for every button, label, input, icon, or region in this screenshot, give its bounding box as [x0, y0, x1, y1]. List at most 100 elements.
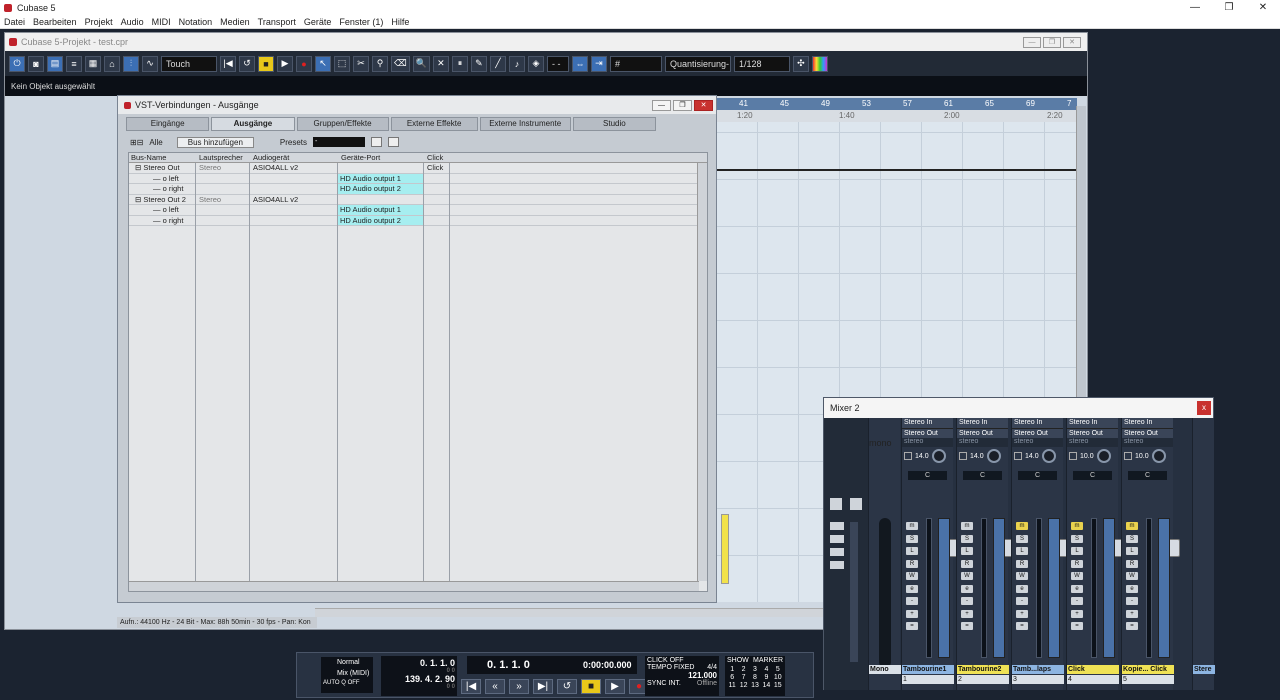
marker-button[interactable]: 10	[773, 674, 783, 681]
quantize-label[interactable]: Quantisierung-	[664, 55, 731, 72]
sync-label[interactable]: SYNC	[647, 680, 666, 687]
mono-fader[interactable]	[879, 518, 891, 668]
marker-button[interactable]: 2	[738, 666, 748, 673]
device-port-cell[interactable]: HD Audio output 2	[338, 184, 423, 194]
auto-q-state[interactable]: OFF	[348, 680, 360, 686]
menu-notation[interactable]: Notation	[175, 17, 217, 27]
save-preset-icon[interactable]	[371, 137, 383, 147]
activate-project-button[interactable]: ⏻	[9, 55, 25, 72]
strip-button-m[interactable]: m	[906, 522, 918, 530]
play-icon[interactable]: ▶	[605, 679, 625, 694]
audio-device-cell[interactable]	[251, 174, 337, 184]
tempo-label[interactable]: TEMPO	[647, 664, 672, 671]
volume-fader[interactable]	[926, 518, 960, 658]
col-speaker[interactable]: Lautsprecher	[197, 153, 249, 162]
show-infoline-button[interactable]: ≡	[66, 55, 82, 72]
strip-button--[interactable]: -	[1016, 597, 1028, 605]
go-to-start-icon[interactable]: |◀	[461, 679, 481, 694]
strip-button-m[interactable]: m	[1071, 522, 1083, 530]
click-cell[interactable]: Click	[425, 163, 449, 173]
table-row[interactable]: ⊟ Stereo Out Stereo ASIO4ALL v2 Click	[129, 163, 707, 174]
strip-button--[interactable]: -	[1071, 597, 1083, 605]
strip-button-=[interactable]: =	[961, 622, 973, 630]
global-listen-button[interactable]	[830, 548, 844, 556]
strip-button-e[interactable]: e	[1126, 584, 1138, 593]
device-port-cell[interactable]: HD Audio output 1	[338, 173, 423, 183]
tab-gruppen-effekte[interactable]: Gruppen/Effekte	[296, 117, 389, 131]
menu-fenster[interactable]: Fenster (1)	[335, 17, 387, 27]
automation-mode-select[interactable]: Touch	[161, 55, 217, 72]
click-cell[interactable]	[425, 195, 449, 205]
col-device-port[interactable]: Geräte-Port	[339, 153, 423, 162]
cycle-icon[interactable]: ↺	[557, 679, 577, 694]
split-tool[interactable]: ✂	[353, 55, 369, 72]
project-minimize-button[interactable]: —	[1023, 36, 1041, 48]
table-row[interactable]: — o right HD Audio output 2	[129, 184, 707, 195]
record-mode[interactable]: Normal	[323, 659, 371, 666]
device-port-cell[interactable]: HD Audio output 2	[338, 215, 423, 225]
output-routing[interactable]: Stereo Out	[957, 428, 1008, 438]
global-mute-button[interactable]	[830, 522, 844, 530]
tab-externe-effekte[interactable]: Externe Effekte	[390, 117, 478, 131]
show-markers-label[interactable]: SHOW	[727, 657, 749, 664]
timewarp-tool[interactable]: ⏸	[451, 55, 468, 72]
strip-button--[interactable]: -	[906, 597, 918, 605]
zoom-tool[interactable]: 🔍	[412, 55, 430, 72]
ruler[interactable]: 41 45 49 53 57 61 65 69 7 1:20 1:40 2:00…	[717, 98, 1077, 122]
tempo-value[interactable]: 121.000	[647, 671, 717, 680]
menu-medien[interactable]: Medien	[216, 17, 254, 27]
menu-datei[interactable]: Datei	[0, 17, 29, 27]
grid-type-select[interactable]: #	[609, 55, 662, 72]
strip-button-=[interactable]: =	[1126, 622, 1138, 630]
strip-button-S[interactable]: S	[906, 534, 918, 543]
tab-ausgaenge[interactable]: Ausgänge	[211, 117, 295, 131]
global-read-button[interactable]	[830, 561, 844, 569]
pan-knob[interactable]	[1041, 449, 1056, 463]
channel-select[interactable]: C	[1073, 471, 1112, 480]
show-inspector-button[interactable]: ▤	[47, 55, 63, 72]
strip-button-W[interactable]: W	[961, 572, 973, 580]
cycle-button[interactable]: ↺	[239, 55, 255, 72]
tab-externe-instrumente[interactable]: Externe Instrumente	[479, 117, 571, 131]
channel-type-filter[interactable]	[850, 522, 858, 662]
strip-button-R[interactable]: R	[906, 559, 918, 568]
speaker-cell[interactable]	[197, 205, 249, 215]
stop-icon[interactable]: ■	[581, 679, 601, 694]
project-close-button[interactable]: ✕	[1063, 36, 1081, 48]
show-overview-button[interactable]: ▦	[85, 55, 101, 72]
strip-button-+[interactable]: +	[906, 609, 918, 618]
channel-select[interactable]: C	[1128, 471, 1167, 480]
autoscroll-button[interactable]: ⇔	[571, 55, 588, 72]
position-time[interactable]: 0:00:00.000	[583, 656, 632, 674]
strip-button-S[interactable]: S	[1016, 534, 1028, 543]
position-bars[interactable]: 0. 1. 1. 0	[487, 659, 530, 671]
strip-button-L[interactable]: L	[961, 547, 973, 555]
strip-button-=[interactable]: =	[1016, 622, 1028, 630]
mixer-close-button[interactable]: x	[1197, 401, 1211, 415]
strip-button-=[interactable]: =	[1071, 622, 1083, 630]
device-port-cell[interactable]	[338, 163, 423, 173]
strip-button-+[interactable]: +	[1071, 609, 1083, 618]
pan-value[interactable]: 14.0	[915, 453, 929, 460]
marker-button[interactable]: 5	[773, 666, 783, 673]
strip-button-=[interactable]: =	[906, 622, 918, 630]
strip-button-m[interactable]: m	[961, 522, 973, 530]
speaker-cell[interactable]	[197, 216, 249, 226]
strip-button-e[interactable]: e	[1071, 584, 1083, 593]
minimize-button[interactable]: —	[1178, 2, 1212, 13]
fast-forward-icon[interactable]: »	[509, 679, 529, 694]
left-locator[interactable]: 0. 1. 1. 0	[383, 658, 455, 668]
open-pool-button[interactable]: ⌂	[104, 55, 120, 72]
strip-button-m[interactable]: m	[1126, 522, 1138, 530]
strip-button-L[interactable]: L	[1126, 547, 1138, 555]
channel-name[interactable]: Kopie... Click	[1122, 665, 1174, 674]
marker-button[interactable]: 13	[750, 682, 760, 689]
strip-button-L[interactable]: L	[1016, 547, 1028, 555]
speaker-cell[interactable]: Stereo	[197, 163, 249, 173]
presets-select[interactable]: -	[313, 137, 366, 147]
marker-button[interactable]: 6	[727, 674, 737, 681]
vst-minimize-button[interactable]: —	[652, 99, 671, 111]
marker-button[interactable]: 14	[761, 682, 771, 689]
line-tool[interactable]: ╱	[489, 55, 506, 72]
channel-name[interactable]: Tambourine2	[957, 665, 1009, 674]
